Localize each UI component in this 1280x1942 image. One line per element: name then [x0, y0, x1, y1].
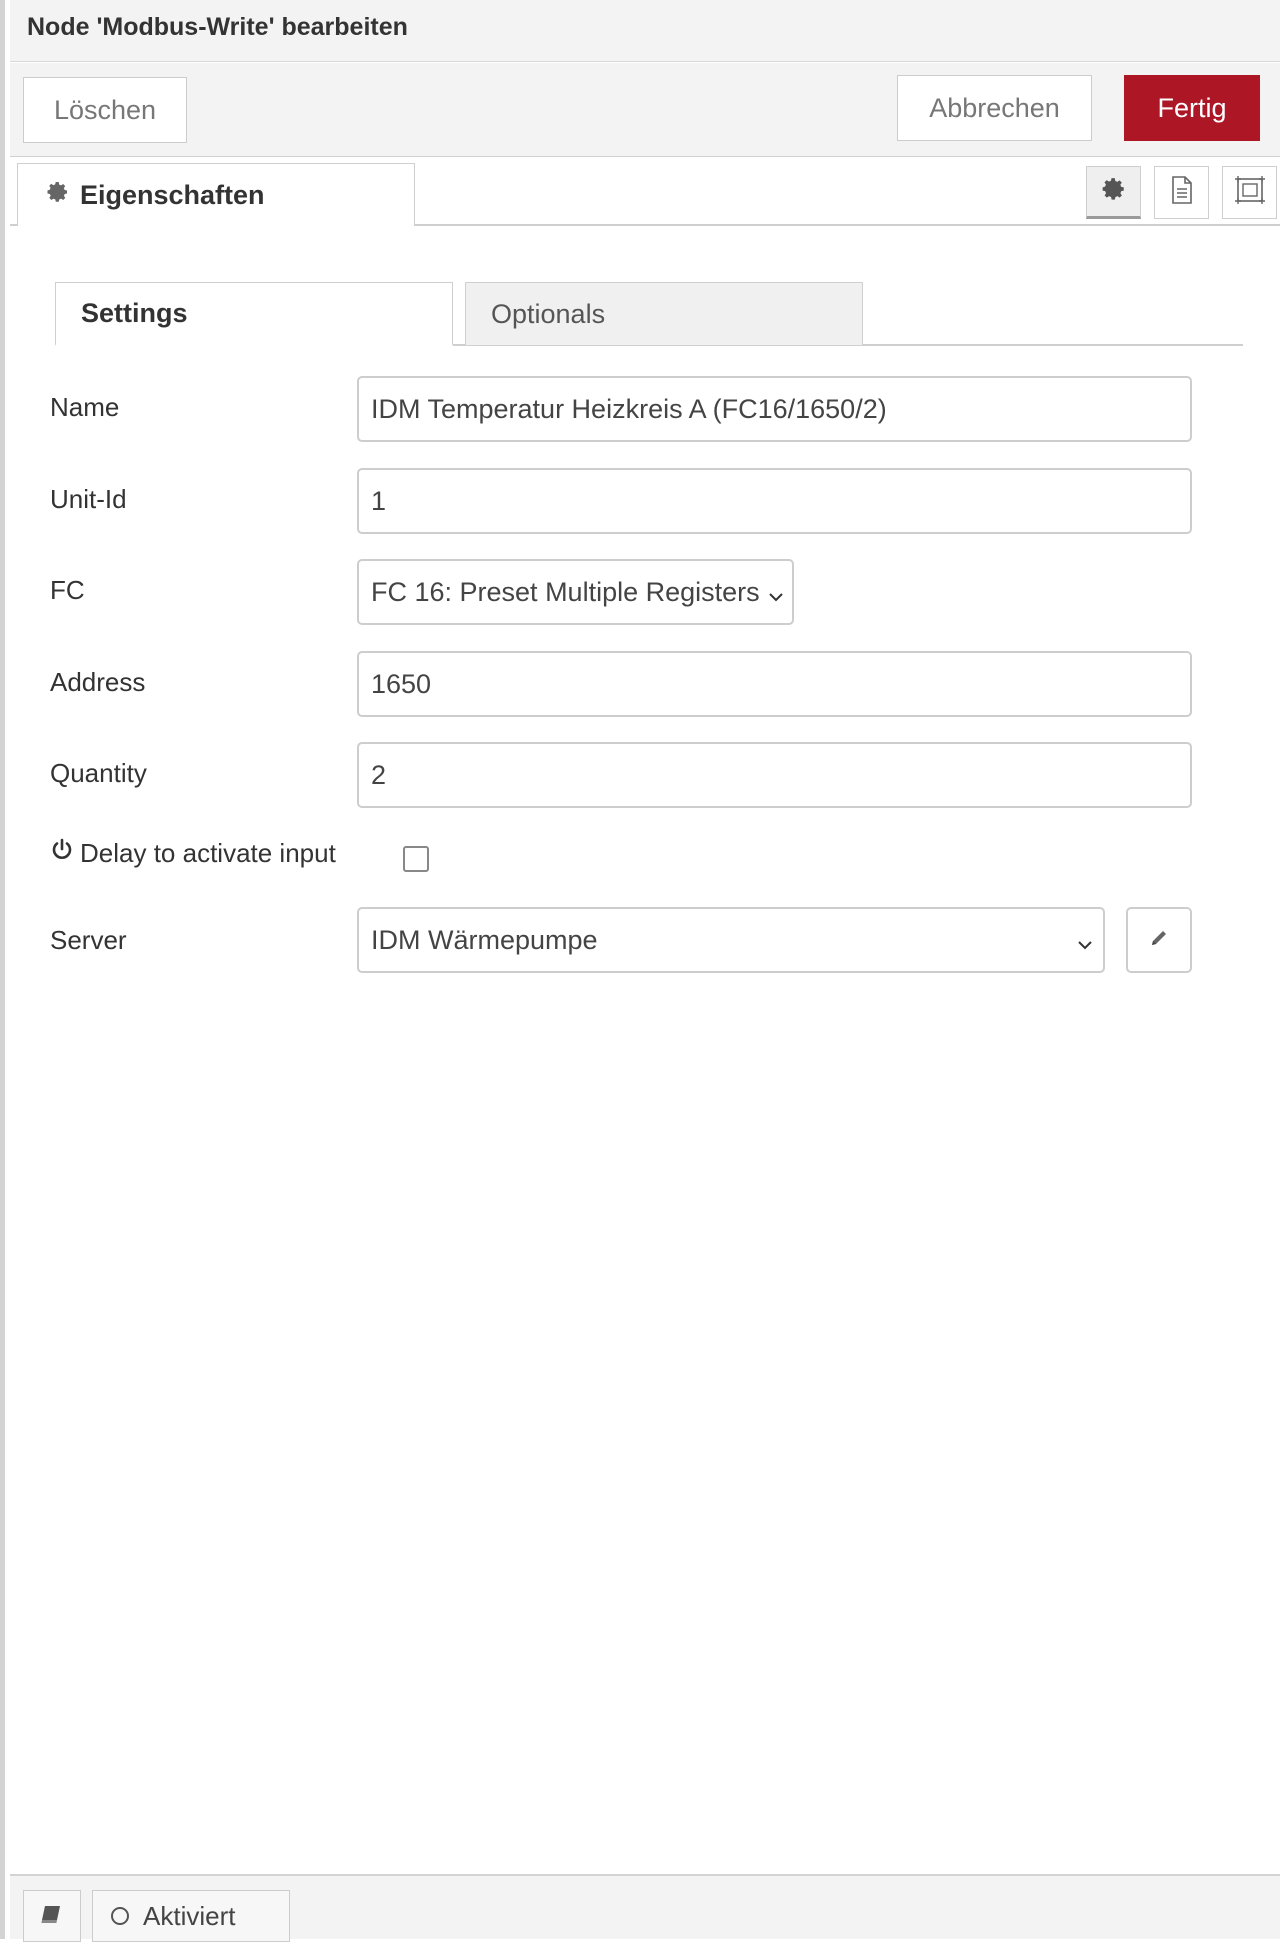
page-title: Node 'Modbus-Write' bearbeiten [10, 0, 1280, 62]
tab-description-button[interactable] [1154, 166, 1209, 219]
tab-strip: Eigenschaften [10, 158, 1280, 226]
chevron-down-icon [1077, 931, 1093, 962]
name-label: Name [50, 392, 120, 422]
cancel-button[interactable]: Abbrechen [897, 75, 1092, 141]
address-input[interactable] [357, 651, 1192, 717]
footer-tray: Aktiviert [10, 1874, 1280, 1942]
server-label: Server [50, 925, 127, 955]
document-icon [1169, 175, 1195, 210]
edit-server-button[interactable] [1126, 907, 1192, 973]
help-button[interactable] [23, 1890, 81, 1942]
button-tray: Löschen Abbrechen Fertig [10, 63, 1280, 157]
tab-gear-button[interactable] [1086, 166, 1141, 219]
delay-label: Delay to activate input [80, 838, 336, 868]
unit-id-input[interactable] [357, 468, 1192, 534]
settings-subtabs: Settings Optionals [55, 282, 1243, 346]
tab-optionals[interactable]: Optionals [465, 282, 863, 346]
circle-icon [111, 1907, 129, 1925]
server-select[interactable]: IDM Wärmepumpe [357, 907, 1105, 973]
delete-button[interactable]: Löschen [23, 77, 187, 143]
delay-label-row: Delay to activate input [50, 838, 336, 869]
delay-checkbox[interactable] [403, 846, 429, 872]
address-label: Address [50, 667, 146, 697]
enable-toggle-button[interactable]: Aktiviert [92, 1890, 290, 1942]
quantity-input[interactable] [357, 742, 1192, 808]
book-icon [40, 1901, 64, 1932]
gear-icon [1101, 176, 1127, 207]
pencil-icon [1148, 927, 1170, 954]
unit-id-label: Unit-Id [50, 484, 127, 514]
tab-properties[interactable]: Eigenschaften [17, 163, 415, 226]
tab-properties-label: Eigenschaften [80, 179, 265, 210]
fc-select-value: FC 16: Preset Multiple Registers [371, 576, 760, 607]
chevron-down-icon [768, 583, 784, 614]
gear-icon [46, 180, 70, 211]
server-select-value: IDM Wärmepumpe [371, 924, 598, 955]
done-button[interactable]: Fertig [1124, 75, 1260, 141]
fc-select[interactable]: FC 16: Preset Multiple Registers [357, 559, 794, 625]
fc-label: FC [50, 575, 85, 605]
tab-settings[interactable]: Settings [55, 282, 453, 346]
enable-toggle-label: Aktiviert [143, 1900, 236, 1931]
frame-icon [1234, 175, 1266, 210]
quantity-label: Quantity [50, 758, 147, 788]
editor-panel: Node 'Modbus-Write' bearbeiten Löschen A… [0, 0, 1280, 1942]
name-input[interactable] [357, 376, 1192, 442]
tab-appearance-button[interactable] [1222, 166, 1277, 219]
power-icon [50, 838, 74, 869]
